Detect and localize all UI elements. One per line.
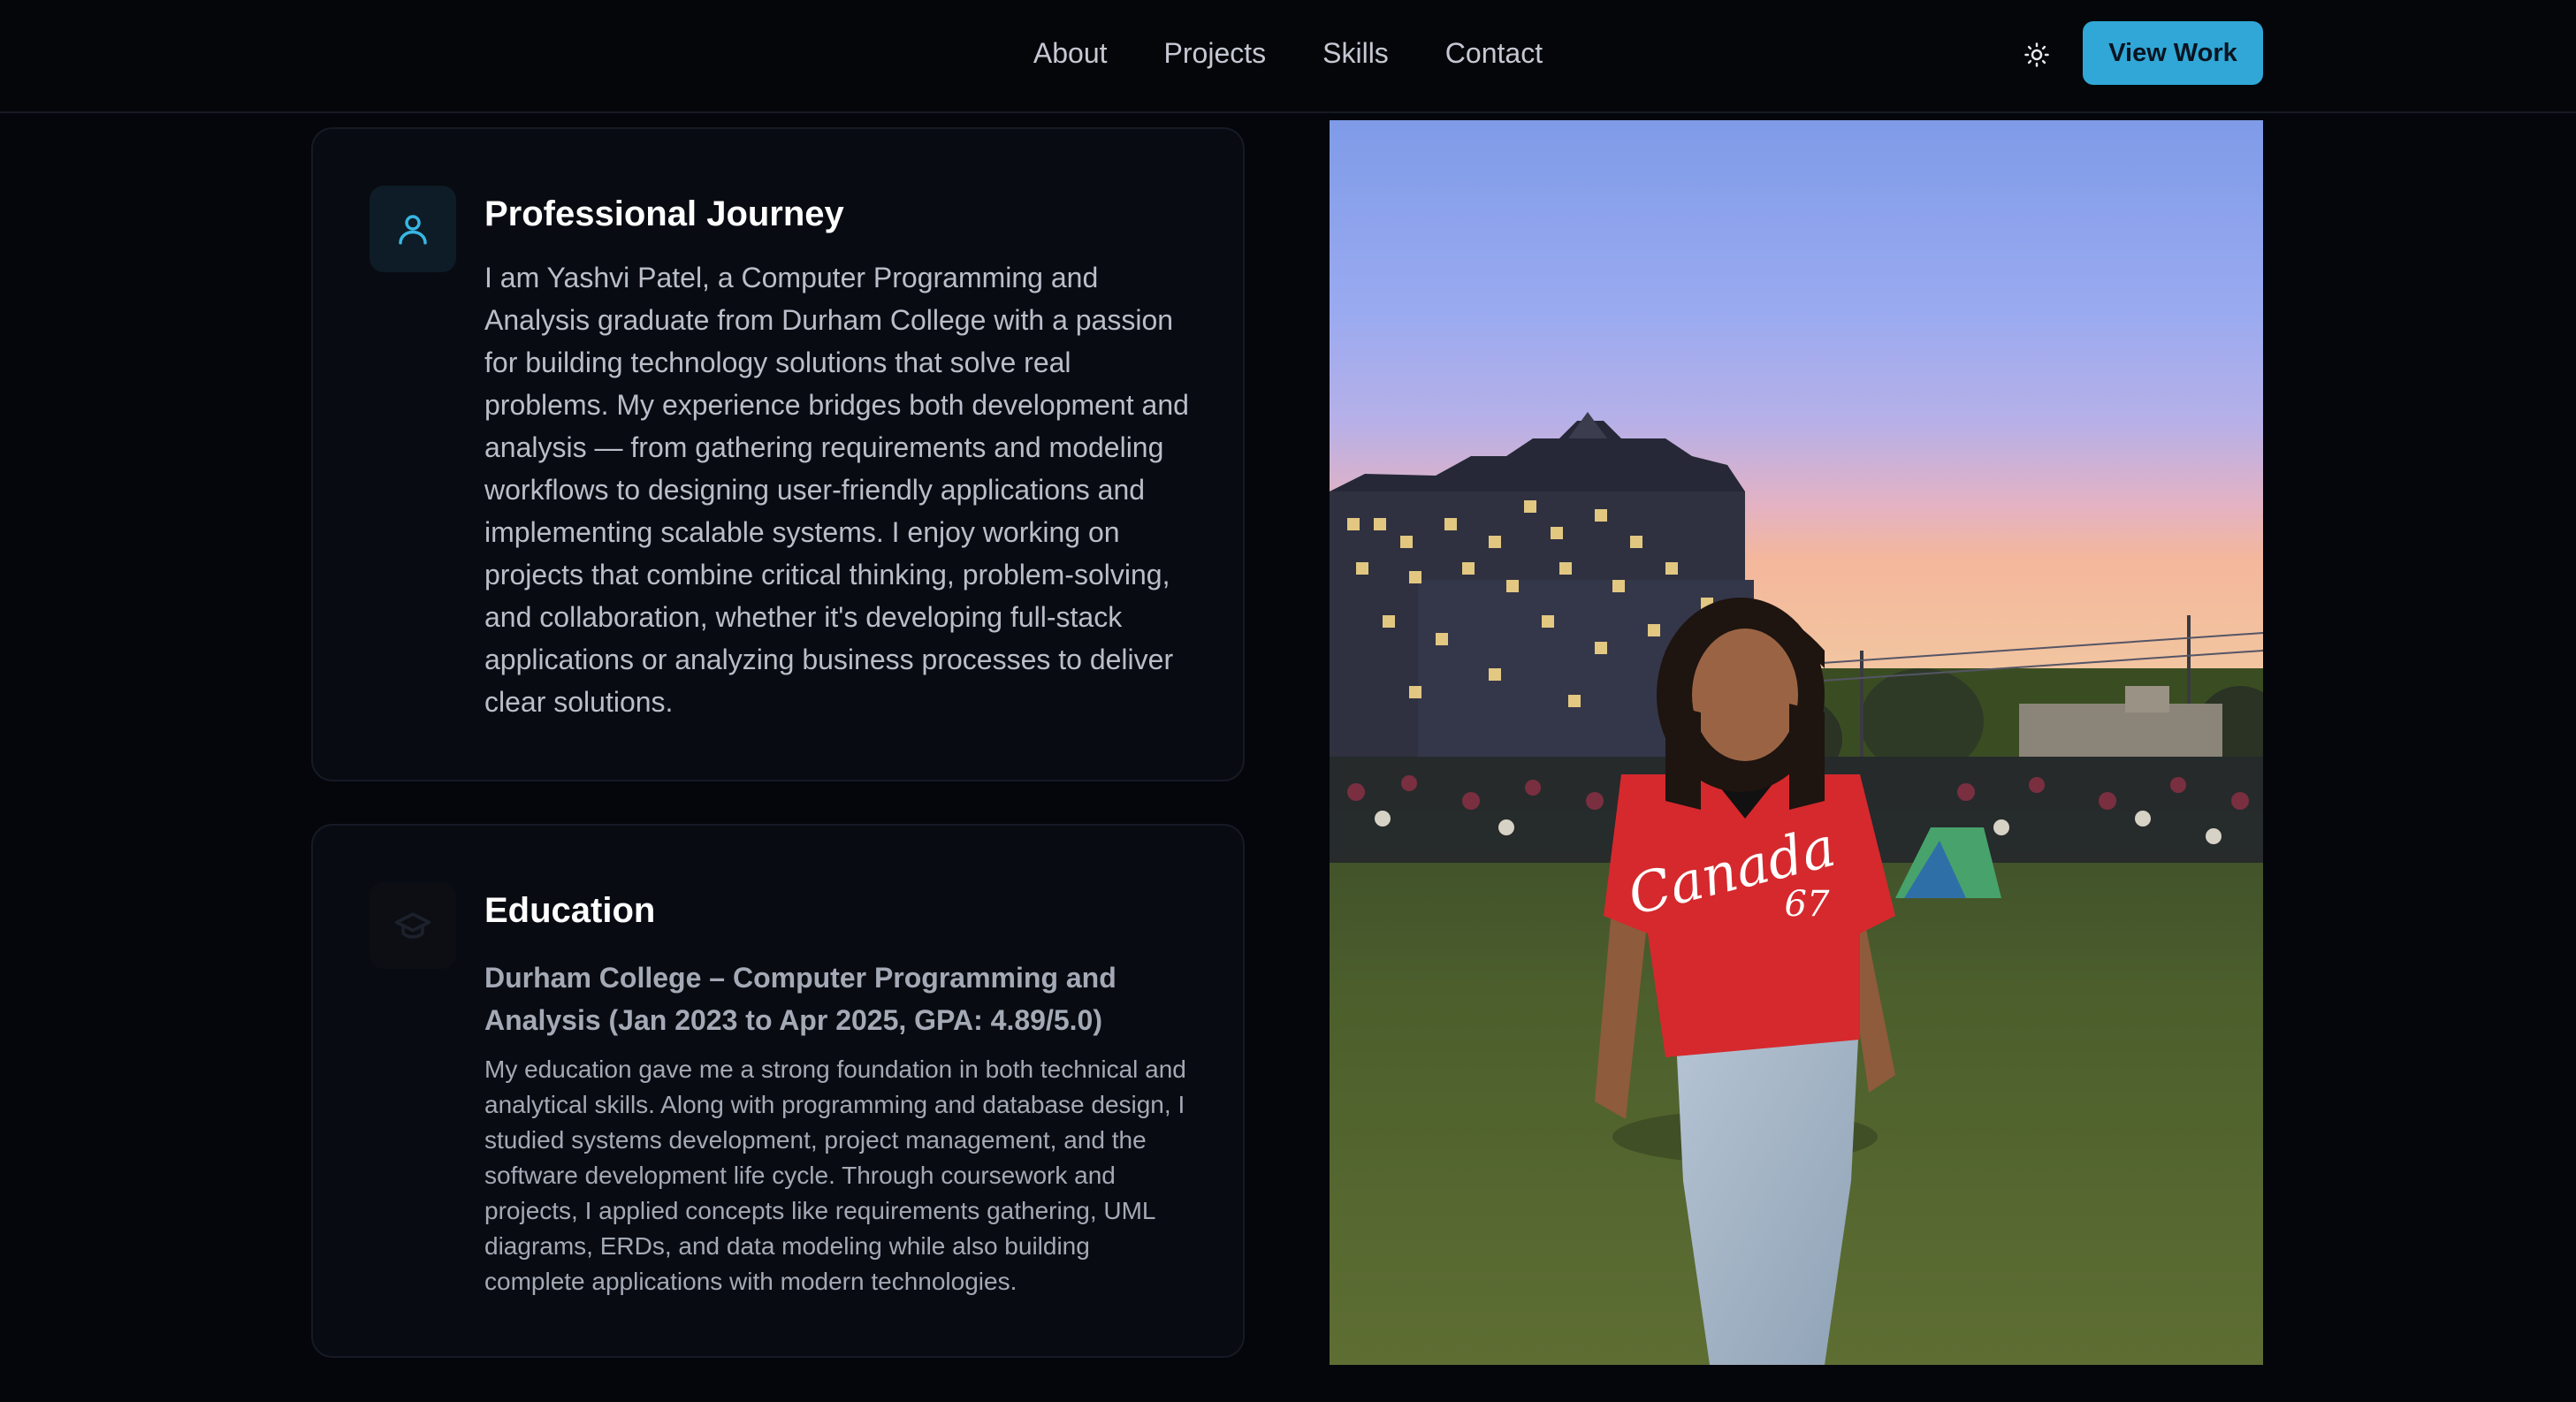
- education-content: Education Durham College – Computer Prog…: [484, 886, 1190, 1299]
- jersey-number: 67: [1785, 884, 1830, 925]
- page: About Projects Skills Contact View Work: [0, 0, 2576, 1402]
- journey-content: Professional Journey I am Yashvi Patel, …: [484, 189, 1190, 723]
- user-icon: [399, 215, 427, 245]
- nav-link-about[interactable]: About: [1033, 37, 1108, 70]
- journey-title: Professional Journey: [484, 194, 844, 233]
- theme-toggle-button[interactable]: [2017, 35, 2056, 74]
- education-description: My education gave me a strong foundation…: [484, 1055, 1186, 1295]
- education-card: Education Durham College – Computer Prog…: [311, 824, 1245, 1358]
- professional-journey-card: Professional Journey I am Yashvi Patel, …: [311, 127, 1245, 781]
- education-degree: Durham College – Computer Programming an…: [484, 962, 1117, 1036]
- education-title: Education: [484, 891, 656, 930]
- sun-icon: [2024, 42, 2049, 67]
- journey-icon-badge: [370, 186, 456, 272]
- view-work-button[interactable]: View Work: [2083, 21, 2263, 85]
- nav-link-skills[interactable]: Skills: [1322, 37, 1389, 70]
- nav-link-contact[interactable]: Contact: [1445, 37, 1543, 70]
- education-icon-badge: [370, 882, 456, 969]
- journey-description: I am Yashvi Patel, a Computer Programmin…: [484, 262, 1189, 718]
- top-navigation-bar: About Projects Skills Contact View Work: [0, 0, 2576, 113]
- nav-link-projects[interactable]: Projects: [1164, 37, 1267, 70]
- graduation-cap-icon: [394, 912, 431, 939]
- profile-photo: Canada 67: [1330, 120, 2263, 1365]
